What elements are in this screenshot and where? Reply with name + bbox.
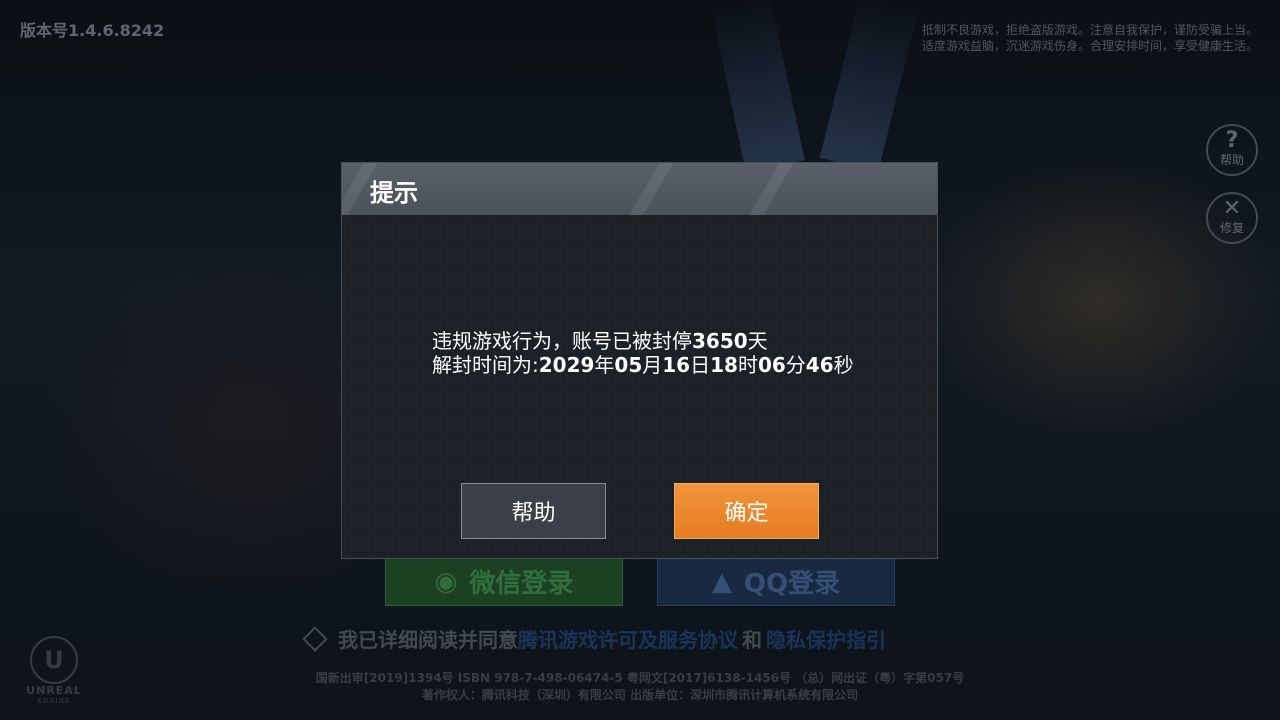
unban-time-line: 解封时间为:2029年05月16日18时06分46秒 [432, 353, 854, 377]
dialog-help-button[interactable]: 帮助 [461, 483, 606, 539]
header-stripe [624, 163, 674, 215]
dialog-confirm-button[interactable]: 确定 [674, 483, 819, 539]
dialog-title: 提示 [370, 179, 418, 207]
dialog-confirm-label: 确定 [724, 501, 769, 526]
dialog-header: 提示 [342, 163, 937, 215]
header-stripe [744, 163, 794, 215]
ban-duration-line: 违规游戏行为，账号已被封停3650天 [432, 329, 768, 353]
ban-message: 违规游戏行为，账号已被封停3650天 解封时间为:2029年05月16日18时0… [432, 329, 854, 377]
ban-notice-dialog: 提示 违规游戏行为，账号已被封停3650天 解封时间为:2029年05月16日1… [341, 162, 938, 559]
dialog-help-label: 帮助 [511, 501, 556, 526]
